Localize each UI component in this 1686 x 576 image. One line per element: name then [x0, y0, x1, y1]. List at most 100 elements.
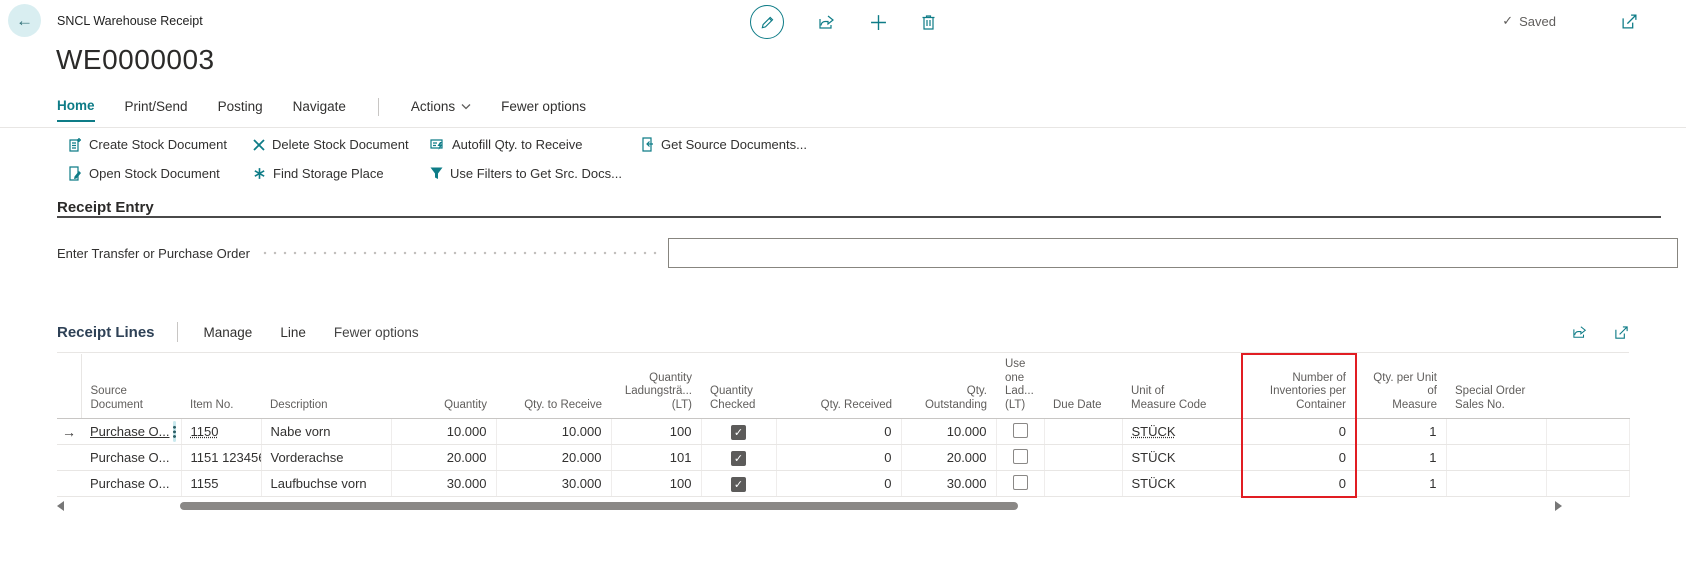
col-special-order-sales-no[interactable]: Special Order Sales No. — [1446, 354, 1546, 419]
cell-inventories-per-container[interactable]: 0 — [1242, 419, 1356, 445]
cell-qty-outstanding[interactable]: 10.000 — [901, 419, 996, 445]
cell-qty-to-receive[interactable]: 10.000 — [496, 419, 611, 445]
cell-description[interactable]: Laufbuchse vorn — [261, 471, 391, 497]
cell-source-document[interactable]: Purchase O... — [81, 445, 181, 471]
col-source-document[interactable]: Source Document — [81, 354, 181, 419]
cell-qty-per-unit-of-measure[interactable]: 1 — [1356, 471, 1446, 497]
create-stock-document-button[interactable]: Create Stock Document — [68, 137, 253, 152]
menu-fewer-options[interactable]: Fewer options — [334, 325, 419, 340]
delete-stock-document-button[interactable]: Delete Stock Document — [253, 137, 430, 152]
edit-pencil-icon[interactable] — [750, 5, 784, 39]
tab-home[interactable]: Home — [57, 98, 95, 122]
col-qty-received[interactable]: Qty. Received — [776, 354, 901, 419]
col-item-no[interactable]: Item No. — [181, 354, 261, 419]
cell-quantity[interactable]: 20.000 — [391, 445, 496, 471]
col-inventories-per-container[interactable]: Number of Inventories per Container — [1242, 354, 1356, 419]
col-quantity[interactable]: Quantity — [391, 354, 496, 419]
find-storage-place-button[interactable]: Find Storage Place — [253, 166, 430, 181]
col-quantity-checked[interactable]: Quantity Checked — [701, 354, 776, 419]
use-one-lt-checkbox[interactable] — [1013, 449, 1028, 464]
cell-due-date[interactable] — [1044, 445, 1122, 471]
cell-qty-received[interactable]: 0 — [776, 445, 901, 471]
source-document-link[interactable]: Purchase O... — [90, 424, 169, 439]
cell-inventories-per-container[interactable]: 0 — [1242, 471, 1356, 497]
use-one-lt-checkbox[interactable] — [1013, 475, 1028, 490]
cell-special-order-sales-no[interactable] — [1446, 471, 1546, 497]
cell-item-no[interactable]: 1150 — [181, 419, 261, 445]
cell-due-date[interactable] — [1044, 471, 1122, 497]
cell-qty-per-unit-of-measure[interactable]: 1 — [1356, 445, 1446, 471]
cell-unit-of-measure[interactable]: STÜCK — [1122, 445, 1242, 471]
cell-qty-per-unit-of-measure[interactable]: 1 — [1356, 419, 1446, 445]
col-unit-of-measure-code[interactable]: Unit of Measure Code — [1122, 354, 1242, 419]
quantity-checked-checkbox[interactable] — [731, 477, 746, 492]
cell-qty-to-receive[interactable]: 30.000 — [496, 471, 611, 497]
cell-source-document[interactable]: Purchase O... — [81, 471, 181, 497]
unit-of-measure-link[interactable]: STÜCK — [1132, 424, 1176, 439]
share-lines-icon[interactable] — [1572, 325, 1588, 340]
cell-quantity-checked[interactable] — [701, 419, 776, 445]
cell-qty-outstanding[interactable]: 30.000 — [901, 471, 996, 497]
cell-item-no[interactable]: 1151 123456... — [181, 445, 261, 471]
cell-qty-outstanding[interactable]: 20.000 — [901, 445, 996, 471]
scrollbar-thumb[interactable] — [180, 502, 1018, 510]
use-one-lt-checkbox[interactable] — [1013, 423, 1028, 438]
open-in-new-window-icon[interactable] — [1621, 13, 1638, 30]
autofill-qty-button[interactable]: Autofill Qty. to Receive — [430, 137, 640, 152]
open-lines-in-new-window-icon[interactable] — [1614, 325, 1629, 340]
tab-posting[interactable]: Posting — [218, 99, 263, 121]
cell-unit-of-measure[interactable]: STÜCK — [1122, 471, 1242, 497]
cell-source-document[interactable]: Purchase O... — [81, 419, 181, 445]
cell-special-order-sales-no[interactable] — [1446, 445, 1546, 471]
use-filters-button[interactable]: Use Filters to Get Src. Docs... — [430, 166, 640, 181]
add-new-icon[interactable] — [870, 14, 887, 31]
transfer-purchase-order-input[interactable] — [668, 238, 1678, 268]
scroll-left-arrow[interactable] — [57, 501, 64, 511]
cell-quantity[interactable]: 10.000 — [391, 419, 496, 445]
share-icon[interactable] — [818, 14, 836, 30]
col-qty-outstanding[interactable]: Qty. Outstanding — [901, 354, 996, 419]
cell-inventories-per-container[interactable]: 0 — [1242, 445, 1356, 471]
menu-manage[interactable]: Manage — [204, 325, 253, 340]
scrollbar-track[interactable] — [70, 501, 1549, 511]
cell-description[interactable]: Vorderachse — [261, 445, 391, 471]
cell-qty-received[interactable]: 0 — [776, 419, 901, 445]
quantity-checked-checkbox[interactable] — [731, 451, 746, 466]
cell-quantity-lt[interactable]: 101 — [611, 445, 701, 471]
scroll-right-arrow[interactable] — [1555, 501, 1562, 511]
cell-special-order-sales-no[interactable] — [1446, 419, 1546, 445]
cell-description[interactable]: Nabe vorn — [261, 419, 391, 445]
cell-unit-of-measure[interactable]: STÜCK — [1122, 419, 1242, 445]
button-label: Get Source Documents... — [661, 137, 807, 152]
actions-menu[interactable]: Actions — [411, 99, 471, 121]
cell-quantity-lt[interactable]: 100 — [611, 419, 701, 445]
cell-use-one-lt[interactable] — [996, 419, 1044, 445]
open-stock-document-button[interactable]: Open Stock Document — [68, 166, 253, 181]
cell-quantity-checked[interactable] — [701, 445, 776, 471]
menu-line[interactable]: Line — [280, 325, 306, 340]
get-source-documents-button[interactable]: Get Source Documents... — [640, 137, 827, 152]
item-no-link[interactable]: 1150 — [191, 424, 219, 439]
cell-due-date[interactable] — [1044, 419, 1122, 445]
tab-navigate[interactable]: Navigate — [293, 99, 346, 121]
cell-use-one-lt[interactable] — [996, 471, 1044, 497]
quantity-checked-checkbox[interactable] — [731, 425, 746, 440]
cell-use-one-lt[interactable] — [996, 445, 1044, 471]
cell-qty-to-receive[interactable]: 20.000 — [496, 445, 611, 471]
tab-print-send[interactable]: Print/Send — [125, 99, 188, 121]
cell-quantity[interactable]: 30.000 — [391, 471, 496, 497]
row-context-menu-button[interactable] — [173, 421, 176, 442]
col-qty-per-unit-of-measure[interactable]: Qty. per Unit of Measure — [1356, 354, 1446, 419]
fewer-options-button[interactable]: Fewer options — [501, 99, 586, 121]
col-quantity-lt[interactable]: Quantity Ladungsträ... (LT) — [611, 354, 701, 419]
back-button[interactable]: ← — [8, 4, 41, 37]
cell-item-no[interactable]: 1155 — [181, 471, 261, 497]
col-description[interactable]: Description — [261, 354, 391, 419]
cell-quantity-lt[interactable]: 100 — [611, 471, 701, 497]
cell-quantity-checked[interactable] — [701, 471, 776, 497]
delete-trash-icon[interactable] — [921, 14, 936, 30]
col-due-date[interactable]: Due Date — [1044, 354, 1122, 419]
col-use-one-lt[interactable]: Use one Lad... (LT) — [996, 354, 1044, 419]
cell-qty-received[interactable]: 0 — [776, 471, 901, 497]
col-qty-to-receive[interactable]: Qty. to Receive — [496, 354, 611, 419]
